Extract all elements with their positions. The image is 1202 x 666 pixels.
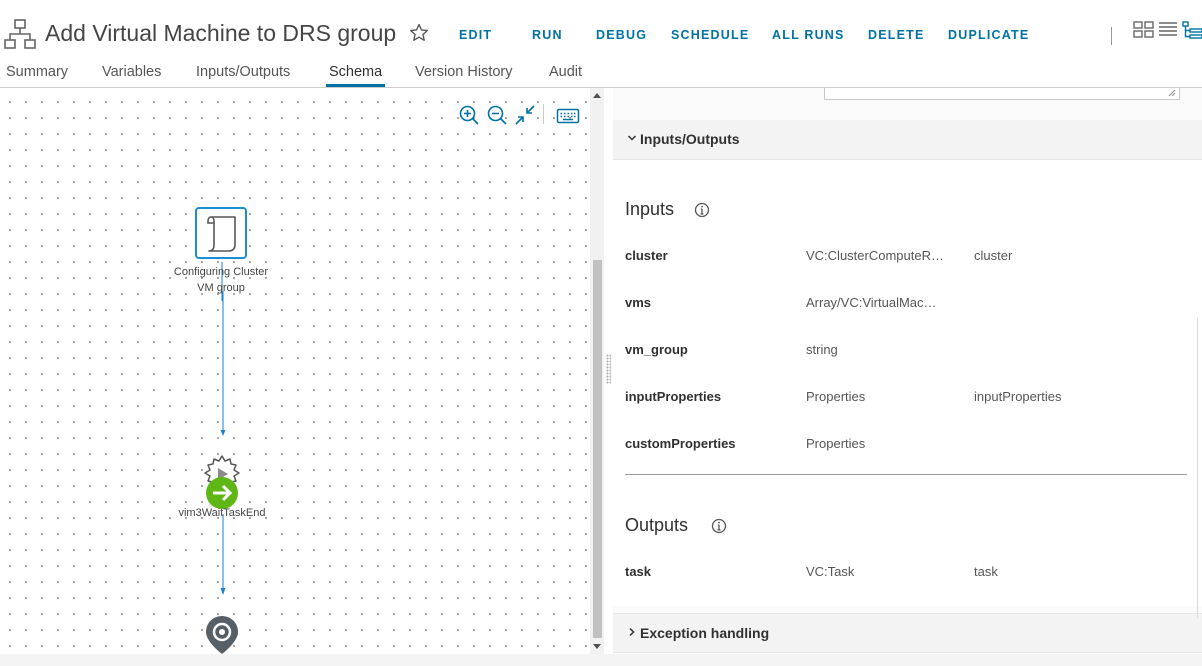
- workflow-hierarchy-icon: [4, 19, 36, 49]
- edit-button[interactable]: EDIT: [459, 28, 492, 42]
- node-label-line1: Configuring Cluster: [173, 266, 269, 278]
- section-title: Inputs/Outputs: [640, 131, 740, 147]
- pane-splitter[interactable]: [604, 88, 613, 654]
- outputs-heading: Outputs: [625, 515, 689, 535]
- tree-view-icon[interactable]: [1182, 20, 1202, 40]
- param-binding: inputProperties: [974, 389, 1062, 404]
- input-row-vms[interactable]: vms Array/VC:VirtualMac…: [613, 295, 1202, 315]
- end-pin-icon[interactable]: [204, 615, 240, 655]
- info-icon[interactable]: [711, 518, 727, 534]
- exception-handling-section-header[interactable]: Exception handling: [613, 613, 1202, 653]
- duplicate-button[interactable]: DUPLICATE: [948, 28, 1029, 42]
- param-type: Properties: [806, 389, 866, 404]
- run-button[interactable]: RUN: [532, 28, 563, 42]
- action-node-label: vim3WaitTaskEnd: [178, 507, 266, 519]
- input-row-cluster[interactable]: cluster VC:ClusterComputeR… cluster: [613, 248, 1202, 268]
- param-type: Array/VC:VirtualMac…: [806, 295, 937, 310]
- inputs-heading: Inputs: [625, 199, 675, 219]
- param-type: VC:ClusterComputeR…: [806, 248, 944, 263]
- output-row-task[interactable]: task VC:Task task: [613, 564, 1202, 584]
- favorite-star-icon[interactable]: [408, 22, 430, 44]
- param-binding: cluster: [974, 248, 1013, 263]
- input-row-custom-properties[interactable]: customProperties Properties: [613, 436, 1202, 456]
- delete-button[interactable]: DELETE: [868, 28, 925, 42]
- scroll-down-arrow-icon[interactable]: [593, 644, 601, 649]
- param-name: vm_group: [625, 342, 688, 357]
- tab-summary[interactable]: Summary: [6, 64, 68, 80]
- tab-audit[interactable]: Audit: [549, 64, 582, 80]
- section-title: Exception handling: [640, 625, 770, 641]
- scroll-thumb[interactable]: [593, 260, 602, 638]
- resize-grip-icon[interactable]: [1168, 89, 1176, 97]
- input-row-input-properties[interactable]: inputProperties Properties inputProperti…: [613, 389, 1202, 409]
- node-label-line2: VM group: [197, 282, 245, 294]
- tab-schema[interactable]: Schema: [329, 64, 382, 80]
- all-runs-button[interactable]: ALL RUNS: [772, 28, 845, 42]
- list-view-icon[interactable]: [1158, 20, 1178, 38]
- workflow-header: Add Virtual Machine to DRS group EDIT RU…: [0, 0, 1202, 88]
- description-textarea[interactable]: [824, 88, 1180, 100]
- bottom-strip: [0, 654, 1202, 666]
- param-name: task: [625, 564, 652, 579]
- canvas-scrollbar[interactable]: [590, 88, 604, 654]
- param-type: string: [806, 342, 838, 357]
- header-separator: [1111, 27, 1112, 45]
- chevron-down-icon: [627, 135, 637, 141]
- tab-variables[interactable]: Variables: [102, 64, 161, 80]
- param-name: customProperties: [625, 436, 736, 451]
- tab-bar: Summary Variables Inputs/Outputs Schema …: [0, 62, 1202, 88]
- script-scroll-icon: [207, 216, 236, 252]
- param-binding: task: [974, 564, 998, 579]
- page-title: Add Virtual Machine to DRS group: [45, 20, 397, 46]
- scriptable-task-node[interactable]: [195, 207, 247, 259]
- inputs-outputs-divider: [625, 474, 1187, 475]
- inputs-outputs-section-header[interactable]: Inputs/Outputs: [613, 120, 1202, 160]
- scriptable-task-label: Configuring Cluster VM group: [160, 264, 282, 296]
- schedule-button[interactable]: SCHEDULE: [671, 28, 749, 42]
- scroll-up-arrow-icon[interactable]: [593, 93, 601, 98]
- info-icon[interactable]: [694, 202, 710, 218]
- action-node[interactable]: [200, 454, 244, 509]
- tab-inputs-outputs[interactable]: Inputs/Outputs: [196, 64, 290, 80]
- inputs-outputs-section-body: Inputs cluster VC:ClusterComputeR… clust…: [613, 160, 1202, 606]
- panel-edge: [1197, 318, 1198, 618]
- input-row-vm-group[interactable]: vm_group string: [613, 342, 1202, 362]
- param-type: Properties: [806, 436, 866, 451]
- chevron-right-icon: [629, 627, 635, 637]
- debug-button[interactable]: DEBUG: [596, 28, 647, 42]
- param-name: cluster: [625, 248, 668, 263]
- param-type: VC:Task: [806, 564, 855, 579]
- param-name: vms: [625, 295, 652, 310]
- properties-panel: Inputs/Outputs Inputs cluster VC:Cluster…: [613, 88, 1202, 654]
- param-name: inputProperties: [625, 389, 722, 404]
- splitter-grip-icon: [606, 354, 611, 384]
- schema-connectors: [220, 262, 226, 595]
- card-view-icon[interactable]: [1133, 20, 1155, 38]
- tab-version-history[interactable]: Version History: [415, 64, 513, 80]
